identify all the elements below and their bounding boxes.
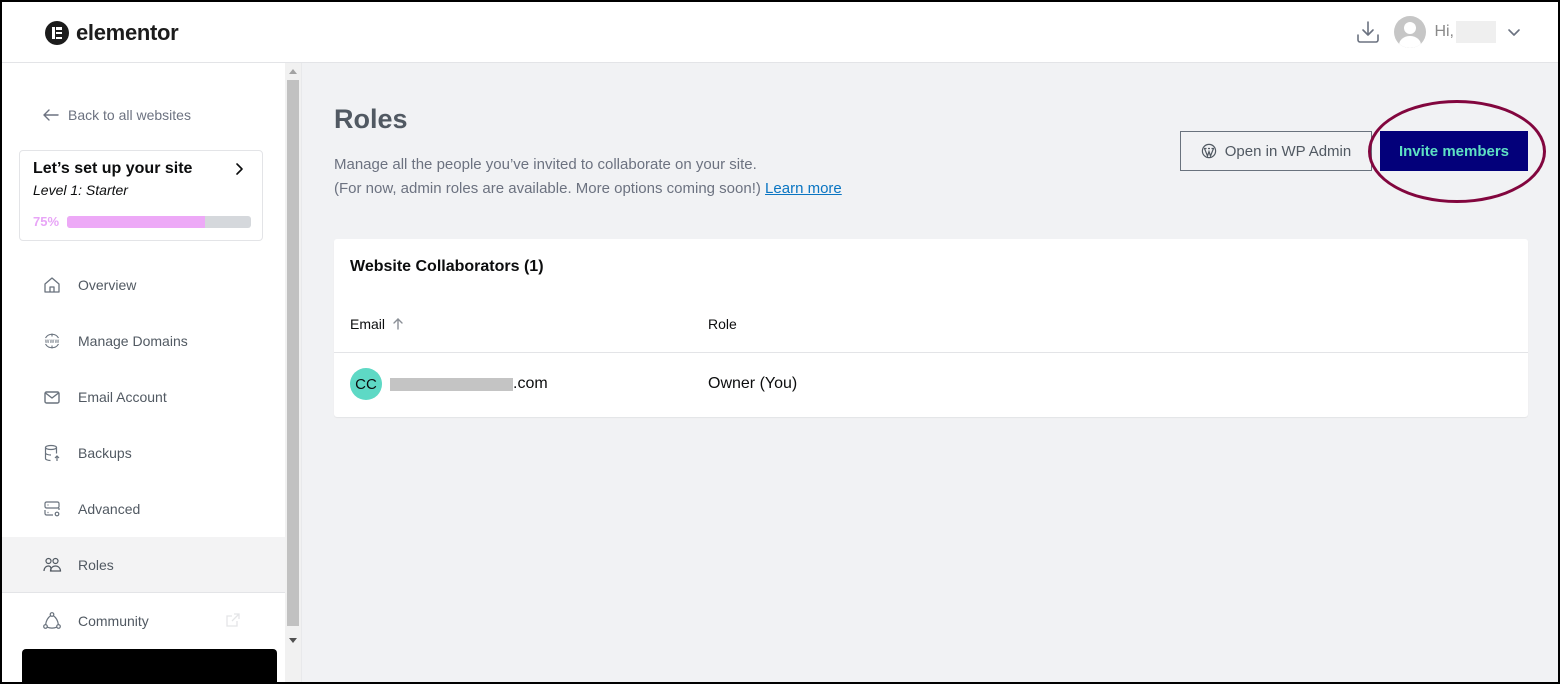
user-name-redacted [1456,21,1496,43]
description-line-2: (For now, admin roles are available. Mor… [334,177,842,201]
user-avatar-icon[interactable] [1394,16,1427,48]
setup-level: Level 1: Starter [33,182,128,198]
sidebar-item-label: Advanced [78,501,141,517]
website-collaborators-card: Website Collaborators (1) Email Role CC … [334,239,1528,417]
back-link-label: Back to all websites [68,107,191,123]
main-divider [301,63,302,682]
sidebar-scrollbar[interactable] [285,63,301,682]
sidebar-item-backups[interactable]: Backups [2,425,285,481]
chevron-right-icon[interactable] [232,162,246,176]
setup-progress-bar [67,216,251,228]
app-window: elementor Hi, Back to all websites Let’s… [2,2,1558,682]
page-title: Roles [334,104,408,134]
sidebar: Back to all websites Let’s set up your s… [2,63,285,682]
community-icon [43,612,61,629]
server-settings-icon [44,501,60,517]
column-header-email[interactable]: Email [350,316,405,332]
collaborator-email: .com [390,375,548,393]
sidebar-nav: Overview www Manage Domains Email Accoun… [2,257,285,649]
avatar: CC [350,368,382,400]
open-wp-admin-button[interactable]: Open in WP Admin [1180,131,1372,171]
sidebar-item-label: Manage Domains [78,333,188,349]
sidebar-item-roles[interactable]: Roles [2,537,285,593]
home-icon [44,277,60,293]
sidebar-item-label: Roles [78,556,114,573]
download-icon[interactable] [1354,18,1382,46]
redacted-block [22,649,277,682]
wordpress-icon [1201,143,1216,159]
invite-members-button[interactable]: Invite members [1380,131,1528,171]
back-to-all-websites-link[interactable]: Back to all websites [42,107,191,123]
top-bar: elementor Hi, [2,2,1558,63]
email-suffix: .com [513,375,548,392]
table-row: CC .com Owner (You) [334,353,1528,417]
setup-progress-fill [67,216,205,228]
setup-title: Let’s set up your site [33,160,193,177]
collaborator-role: Owner (You) [708,375,798,392]
column-header-role: Role [708,316,737,332]
progress-percent: 75% [33,214,60,229]
envelope-icon [44,391,60,404]
elementor-logo[interactable]: elementor [45,20,179,46]
arrow-left-icon [43,109,59,121]
sort-ascending-icon[interactable] [391,317,405,331]
sidebar-item-label: Overview [78,277,137,293]
sidebar-item-email-account[interactable]: Email Account [2,369,285,425]
sidebar-item-manage-domains[interactable]: www Manage Domains [2,313,285,369]
user-area: Hi, [1354,16,1522,48]
sidebar-item-label: Backups [78,445,132,461]
setup-site-card[interactable]: Let’s set up your site Level 1: Starter … [19,150,263,241]
globe-www-icon: www [45,333,60,349]
collaborators-title: Website Collaborators (1) [350,258,544,275]
sidebar-item-advanced[interactable]: Advanced [2,481,285,537]
greeting-text: Hi, [1434,23,1454,40]
column-email-label: Email [350,316,386,332]
svg-text:www: www [45,338,60,345]
scrollbar-thumb[interactable] [287,80,299,626]
wp-admin-label: Open in WP Admin [1224,142,1352,160]
description-line-1: Manage all the people you’ve invited to … [334,156,757,173]
learn-more-link[interactable]: Learn more [765,180,842,197]
sidebar-item-label: Email Account [78,389,167,405]
description-line-2-text: (For now, admin roles are available. Mor… [334,180,761,197]
page-description: Manage all the people you’ve invited to … [334,153,842,201]
database-backup-icon [44,444,60,462]
sidebar-item-label: Community [78,613,149,629]
scroll-up-arrow-icon[interactable] [289,69,297,74]
scroll-down-arrow-icon[interactable] [289,638,297,643]
brand-name: elementor [76,20,179,45]
users-icon [43,557,62,572]
elementor-logo-icon [45,21,69,45]
external-link-icon [226,613,240,627]
email-redacted [390,377,513,391]
sidebar-item-overview[interactable]: Overview [2,257,285,313]
chevron-down-icon[interactable] [1506,24,1522,40]
sidebar-item-community[interactable]: Community [2,593,285,649]
